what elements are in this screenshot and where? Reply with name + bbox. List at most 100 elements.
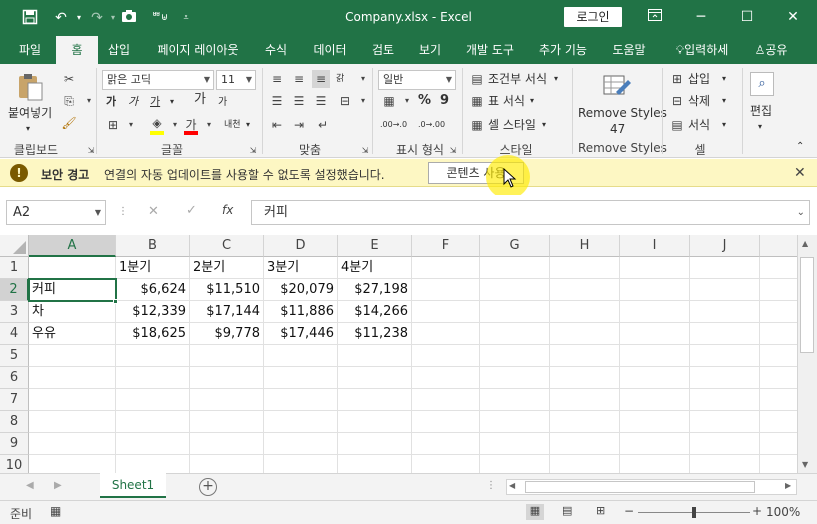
underline-button[interactable]: 가 bbox=[150, 93, 160, 111]
save-icon[interactable] bbox=[20, 9, 40, 30]
login-button[interactable]: 로그인 bbox=[564, 7, 622, 27]
grid-cell[interactable] bbox=[760, 389, 797, 411]
scroll-up-icon[interactable]: ▲ bbox=[802, 239, 808, 248]
grid-cell[interactable] bbox=[264, 389, 338, 411]
grid-cell[interactable]: 차 bbox=[29, 301, 116, 323]
format-cells-button[interactable]: 서식 bbox=[688, 116, 710, 134]
column-header[interactable]: G bbox=[480, 235, 550, 257]
column-header[interactable]: E bbox=[338, 235, 412, 257]
increase-indent-icon[interactable]: ⇥ bbox=[290, 116, 308, 134]
tab-home[interactable]: 홈 bbox=[56, 36, 98, 66]
grid-cell[interactable] bbox=[412, 455, 480, 473]
page-break-view-icon[interactable]: ⊞ bbox=[596, 504, 605, 517]
add-sheet-icon[interactable]: + bbox=[199, 478, 217, 496]
paste-icon[interactable] bbox=[16, 72, 46, 102]
next-sheet-icon[interactable]: ▶ bbox=[54, 480, 62, 491]
redo-icon[interactable]: ↷ bbox=[86, 9, 108, 27]
tab-file[interactable]: 파일 bbox=[8, 36, 52, 64]
borders-dropdown-icon[interactable]: ▾ bbox=[122, 116, 140, 134]
redo-dropdown-icon[interactable]: ▾ bbox=[108, 9, 118, 27]
grid-cell[interactable] bbox=[620, 433, 690, 455]
fill-handle[interactable] bbox=[113, 299, 118, 304]
underline-dropdown-icon[interactable]: ▾ bbox=[170, 93, 174, 111]
format-dropdown-icon[interactable]: ▾ bbox=[722, 116, 726, 134]
number-launcher-icon[interactable]: ⇲ bbox=[444, 142, 462, 160]
zoom-out-icon[interactable]: − bbox=[624, 504, 634, 518]
grid-cell[interactable] bbox=[620, 411, 690, 433]
grid-cell[interactable] bbox=[190, 345, 264, 367]
decrease-decimal-button[interactable]: .0→.00 bbox=[418, 116, 445, 134]
font-launcher-icon[interactable]: ⇲ bbox=[244, 142, 262, 160]
grid-cell[interactable] bbox=[480, 301, 550, 323]
grid-cell[interactable] bbox=[480, 345, 550, 367]
row-header[interactable]: 9 bbox=[0, 433, 29, 455]
grid-cell[interactable] bbox=[480, 389, 550, 411]
percent-button[interactable]: % bbox=[418, 92, 431, 110]
grid-cell[interactable] bbox=[480, 455, 550, 473]
grid-cell[interactable] bbox=[760, 367, 797, 389]
font-name-select[interactable]: 맑은 고딕 ▼ bbox=[102, 70, 214, 90]
row-header[interactable]: 4 bbox=[0, 323, 29, 345]
insert-function-button[interactable]: fx bbox=[222, 203, 233, 217]
grid-cell[interactable] bbox=[412, 323, 480, 345]
grid-cell[interactable] bbox=[690, 389, 760, 411]
row-header[interactable]: 2 bbox=[0, 279, 29, 301]
table-format-icon[interactable]: ▦ bbox=[468, 92, 486, 110]
clipboard-launcher-icon[interactable]: ⇲ bbox=[82, 142, 100, 160]
search-icon[interactable]: ⌕ bbox=[750, 72, 774, 96]
minimize-icon[interactable]: ─ bbox=[686, 6, 716, 28]
cell-styles-icon[interactable]: ▦ bbox=[468, 116, 486, 134]
select-all-corner[interactable] bbox=[0, 235, 29, 257]
grid-cell[interactable] bbox=[116, 389, 190, 411]
normal-view-icon[interactable]: ▦ bbox=[526, 504, 544, 520]
align-right-icon[interactable]: ☰ bbox=[312, 92, 330, 110]
grid-cell[interactable] bbox=[264, 455, 338, 473]
scroll-down-icon[interactable]: ▼ bbox=[802, 460, 808, 469]
macro-record-icon[interactable]: ▦ bbox=[50, 504, 61, 518]
grid-cell[interactable] bbox=[338, 433, 412, 455]
expand-formula-icon[interactable]: ⌄ bbox=[797, 201, 805, 224]
close-warning-icon[interactable]: ✕ bbox=[794, 165, 806, 181]
grid-cell[interactable] bbox=[690, 433, 760, 455]
grid-cell[interactable] bbox=[620, 389, 690, 411]
table-dropdown-icon[interactable]: ▾ bbox=[530, 92, 534, 110]
grid-cell[interactable] bbox=[550, 279, 620, 301]
format-painter-icon[interactable]: 🖌︎ bbox=[60, 114, 78, 132]
grid-cell[interactable] bbox=[264, 367, 338, 389]
close-icon[interactable]: ✕ bbox=[778, 6, 808, 28]
grid-cell[interactable]: 우유 bbox=[29, 323, 116, 345]
grid-cell[interactable]: $17,446 bbox=[264, 323, 338, 345]
merge-dropdown-icon[interactable]: ▾ bbox=[354, 92, 372, 110]
grid-cell[interactable] bbox=[338, 367, 412, 389]
tell-me-box[interactable]: 💡︎입력하세 bbox=[666, 36, 738, 64]
delete-cells-icon[interactable]: ⊟ bbox=[668, 92, 686, 110]
grid-cell[interactable] bbox=[550, 433, 620, 455]
paste-dropdown-icon[interactable]: ▾ bbox=[26, 120, 30, 138]
grid-cell[interactable] bbox=[412, 345, 480, 367]
column-header[interactable]: J bbox=[690, 235, 760, 257]
column-header[interactable]: I bbox=[620, 235, 690, 257]
tab-add-ins[interactable]: 추가 기능 bbox=[534, 36, 592, 64]
grid-cell[interactable] bbox=[620, 367, 690, 389]
row-header[interactable]: 1 bbox=[0, 257, 29, 279]
grid-cell[interactable]: $6,624 bbox=[116, 279, 190, 301]
cell-styles-button[interactable]: 셀 스타일 bbox=[488, 116, 536, 134]
grid-cell[interactable] bbox=[480, 433, 550, 455]
undo-icon[interactable]: ↶ bbox=[50, 9, 72, 27]
grid-cell[interactable] bbox=[690, 257, 760, 279]
grid-cell[interactable] bbox=[412, 411, 480, 433]
sheet-tab[interactable]: Sheet1 bbox=[100, 473, 166, 498]
grid-cell[interactable] bbox=[690, 323, 760, 345]
grid-cell[interactable]: $14,266 bbox=[338, 301, 412, 323]
grid-cell[interactable] bbox=[480, 411, 550, 433]
grid-cell[interactable]: $20,079 bbox=[264, 279, 338, 301]
wrap-text-icon[interactable]: ↵ bbox=[314, 116, 332, 134]
delete-cells-button[interactable]: 삭제 bbox=[688, 92, 710, 110]
tab-data[interactable]: 데이터 bbox=[306, 36, 354, 64]
grid-cell[interactable] bbox=[338, 455, 412, 473]
phonetic-dropdown-icon[interactable]: ▾ bbox=[246, 116, 250, 134]
zoom-level[interactable]: 100% bbox=[766, 505, 800, 519]
align-center-icon[interactable]: ☰ bbox=[290, 92, 308, 110]
grid-cell[interactable] bbox=[760, 301, 797, 323]
tab-insert[interactable]: 삽입 bbox=[100, 36, 138, 64]
